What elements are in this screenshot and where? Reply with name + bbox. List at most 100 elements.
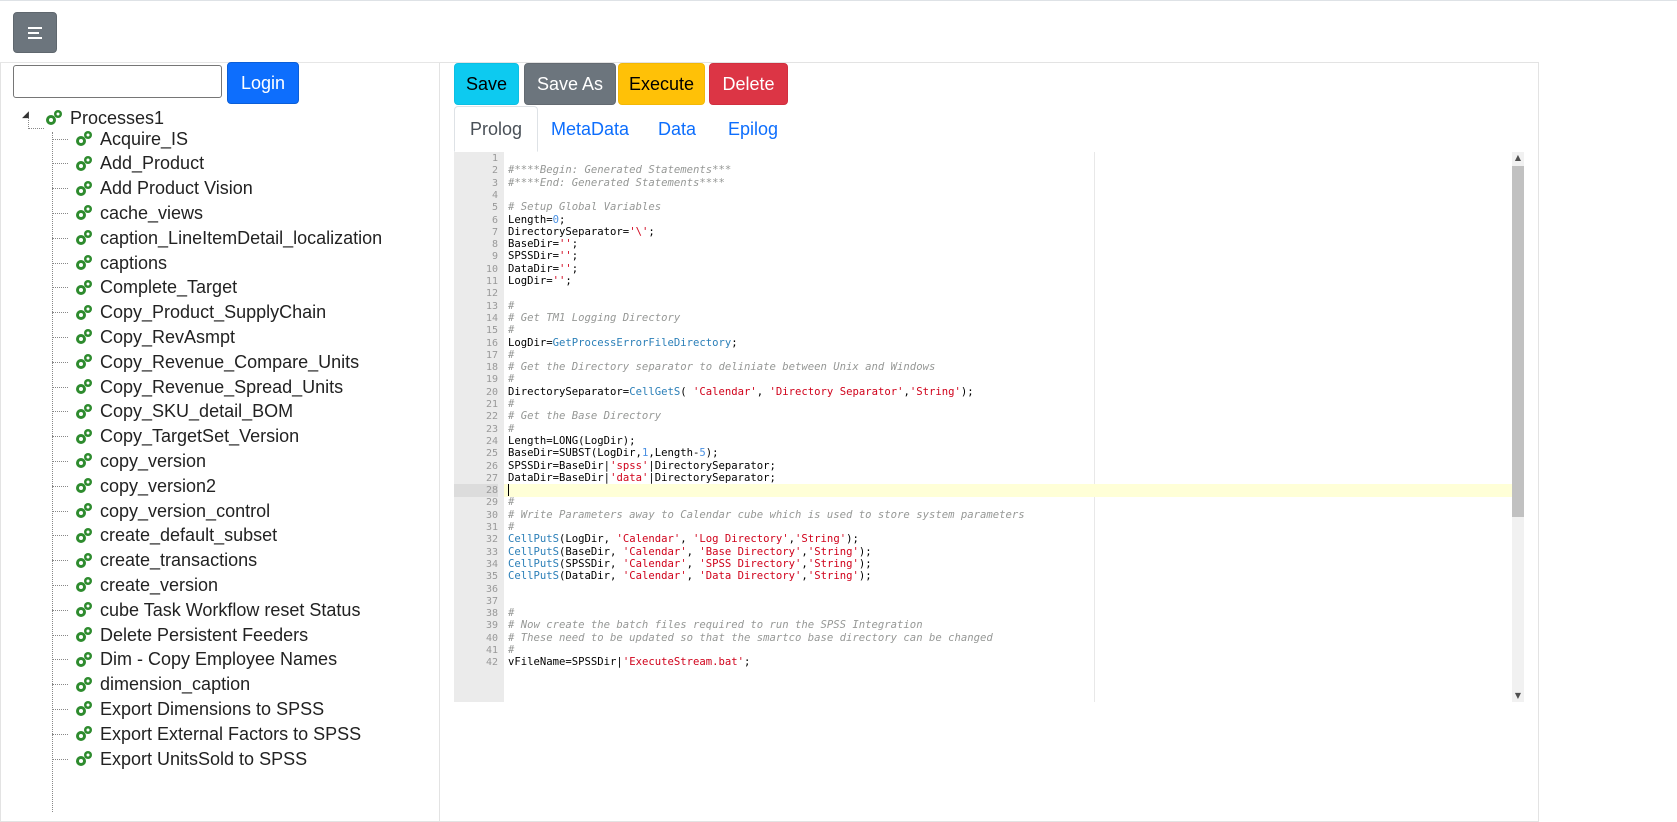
tree-item[interactable]: cube Task Workflow reset Status [52, 597, 360, 623]
gears-icon [76, 205, 92, 221]
scroll-up-icon[interactable]: ▲ [1512, 152, 1524, 164]
tree-item[interactable]: dimension_caption [52, 672, 250, 698]
tree-item-label: Acquire_IS [100, 128, 189, 149]
code-area[interactable]: #****Begin: Generated Statements*** #****… [504, 152, 1513, 702]
tree-item[interactable]: Copy_TargetSet_Version [52, 424, 299, 450]
gears-icon [76, 577, 92, 593]
login-button[interactable]: Login [227, 62, 299, 104]
tree-item[interactable]: copy_version [52, 448, 206, 474]
gears-icon [76, 552, 92, 568]
tree-item[interactable]: copy_version2 [52, 473, 216, 499]
tree-item-label: captions [100, 252, 168, 273]
delete-button[interactable]: Delete [709, 63, 788, 105]
tree-item[interactable]: Add_Product [52, 151, 204, 177]
tree-item[interactable]: Acquire_IS [52, 126, 188, 152]
menu-toggle-button[interactable] [13, 12, 57, 53]
tab-metadata[interactable]: MetaData [538, 106, 642, 152]
gears-icon [76, 453, 92, 469]
tree-item-label: caption_LineItemDetail_localization [100, 227, 383, 248]
code-editor[interactable]: 1 2 3 4 5 6 7 8 9 10 11 12 13 14 15 16 17 18 19 20 21 22 23 24 2… [454, 152, 1524, 702]
tree-item[interactable]: Copy_Revenue_Spread_Units [52, 374, 343, 400]
tree-item-label: copy_version2 [100, 475, 217, 496]
tree-item-label: Export Dimensions to SPSS [100, 698, 325, 719]
tree-item[interactable]: copy_version_control [52, 498, 270, 524]
tree-connector [52, 584, 68, 586]
line-number: 2 [491, 165, 498, 177]
line-number: 27 [485, 472, 498, 484]
code-line: # Write Parameters away to Calendar cube… [508, 508, 1025, 521]
tree-item-label: Complete_Target [100, 277, 238, 298]
tree-item-label: Delete Persistent Feeders [100, 624, 309, 645]
tree-item[interactable]: Export External Factors to SPSS [52, 721, 361, 747]
tree-item-label: Add Product Vision [100, 178, 253, 199]
tree-connector [52, 733, 68, 735]
tree-connector [52, 609, 68, 611]
tree-item-label: Copy_SKU_detail_BOM [100, 401, 294, 422]
gears-icon [76, 155, 92, 171]
tree-connector [52, 684, 68, 686]
gears-icon [76, 478, 92, 494]
scroll-down-icon[interactable]: ▼ [1512, 690, 1524, 702]
tab-data[interactable]: Data [642, 106, 712, 152]
tree-item[interactable]: captions [52, 250, 167, 276]
line-number: 10 [485, 263, 498, 275]
tree-item[interactable]: create_transactions [52, 548, 257, 574]
line-number: 22 [485, 411, 498, 423]
line-number: 41 [485, 645, 498, 656]
tree-connector [52, 237, 68, 239]
tab-prolog[interactable]: Prolog [454, 106, 538, 152]
line-number: 38 [485, 608, 498, 620]
tree-item[interactable]: Copy_RevAsmpt [52, 324, 235, 350]
tree-connector [52, 163, 68, 165]
line-number: 16 [485, 337, 498, 349]
tree-item[interactable]: Export UnitsSold to SPSS [52, 746, 307, 772]
tab-epilog[interactable]: Epilog [712, 106, 794, 152]
tree-item-label: Export External Factors to SPSS [100, 723, 362, 744]
execute-button[interactable]: Execute [618, 63, 705, 105]
line-number: 14 [485, 312, 498, 324]
editor-scrollbar-thumb[interactable] [1512, 166, 1524, 517]
gears-icon [76, 379, 92, 394]
gears-icon [76, 527, 92, 543]
tree-item-label: cube Task Workflow reset Status [100, 599, 361, 620]
tree-item[interactable]: Copy_Revenue_Compare_Units [52, 349, 359, 375]
code-line: BaseDir=''; [508, 238, 579, 251]
tree-item[interactable]: caption_LineItemDetail_localization [52, 225, 382, 251]
line-number: 37 [485, 595, 498, 607]
save-button[interactable]: Save [454, 63, 519, 105]
code-line: LogDir=''; [508, 275, 572, 287]
code-line: CellPutS(DataDir, 'Calendar', 'Data Dire… [508, 570, 872, 583]
line-number: 34 [485, 558, 498, 570]
line-number: 1 [491, 153, 498, 164]
line-number: 21 [485, 399, 498, 410]
tree-item-label: Copy_Product_SupplyChain [100, 302, 327, 323]
tree-item[interactable]: Delete Persistent Feeders [52, 622, 308, 648]
tree-item[interactable]: Dim - Copy Employee Names [52, 647, 337, 673]
tree-item[interactable]: create_version [52, 572, 218, 598]
tree-connector [52, 708, 68, 710]
save-as-button[interactable]: Save As [524, 63, 616, 105]
tree-item[interactable]: cache_views [52, 200, 203, 226]
tree-item[interactable]: Copy_SKU_detail_BOM [52, 399, 293, 425]
tree-item[interactable]: Add Product Vision [52, 176, 253, 202]
line-number-gutter: 1 2 3 4 5 6 7 8 9 10 11 12 13 14 15 16 17 18 19 20 21 22 23 24 2… [454, 152, 504, 702]
gears-icon [76, 651, 92, 667]
code-line: # [508, 299, 515, 312]
gears-icon [76, 602, 92, 618]
tree-item[interactable]: Copy_Product_SupplyChain [52, 300, 326, 326]
tree-item[interactable]: Export Dimensions to SPSS [52, 696, 324, 722]
tree-connector [52, 212, 68, 214]
tree-item[interactable]: create_default_subset [52, 523, 277, 549]
tree-item-label: Export UnitsSold to SPSS [100, 748, 308, 769]
login-input[interactable] [13, 65, 222, 98]
code-line: # [508, 521, 515, 533]
line-number: 13 [485, 300, 498, 312]
tree-item-label: copy_version [100, 450, 207, 471]
code-line: # Get the Directory separator to delinia… [508, 361, 936, 374]
tree-item[interactable]: Complete_Target [52, 275, 237, 301]
code-line: # Now create the batch files required to… [508, 619, 923, 632]
line-number: 3 [491, 177, 498, 189]
line-number: 39 [485, 620, 498, 632]
